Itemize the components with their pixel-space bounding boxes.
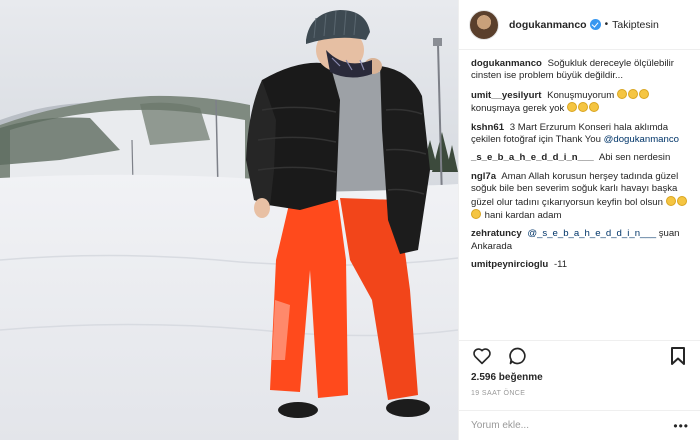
comment-text: konuşmaya gerek yok [471, 103, 565, 115]
emoji-icon [676, 195, 687, 206]
comment-username[interactable]: ngl7a [471, 171, 496, 182]
post-timestamp: 19 SAAT ÖNCE [471, 390, 526, 397]
comment-username[interactable]: dogukanmanco [471, 58, 542, 69]
comment-text: Abi sen nerdesin [598, 152, 671, 164]
comment-input[interactable] [471, 420, 671, 431]
comment-text: Aman Allah korusun herşey tadında güzel … [471, 170, 679, 208]
comment-username[interactable]: umitpeynircioglu [471, 259, 548, 270]
comments-list: dogukanmanco Soğukluk dereceyle ölçülebi… [459, 58, 700, 338]
verified-badge-icon [589, 19, 601, 30]
comment-item: _s_e_b_a_h_e_d_d_i_n___ Abi sen nerdesin [471, 152, 691, 164]
comment-item: ngl7a Aman Allah korusun herşey tadında … [471, 171, 691, 223]
emoji-icon [578, 102, 588, 113]
post-sidebar: dogukanmanco • Takiptesin dogukanmanco S… [458, 0, 700, 440]
comment-text: -11 [553, 259, 568, 271]
comment-username[interactable]: umit__yesilyurt [471, 90, 541, 101]
comment-item: umitpeynircioglu -11 [471, 259, 691, 271]
follow-status-button[interactable]: Takiptesin [612, 19, 659, 31]
speech-bubble-icon[interactable] [507, 345, 529, 367]
caption: dogukanmanco Soğukluk dereceyle ölçülebi… [471, 58, 691, 83]
emoji-icon [638, 88, 649, 99]
add-comment-bar: ••• [459, 410, 700, 440]
emoji-icon [471, 209, 481, 220]
comment-mention-link[interactable]: @_s_e_b_a_h_e_d_d_i_n___ [527, 228, 656, 239]
comment-item: umit__yesilyurt Konuşmuyorum konuşmaya g… [471, 88, 691, 116]
comment-username[interactable]: _s_e_b_a_h_e_d_d_i_n___ [471, 152, 594, 163]
instagram-post: dogukanmanco • Takiptesin dogukanmanco S… [0, 0, 700, 440]
heart-icon[interactable] [471, 345, 493, 367]
comment-text: hani kardan adam [484, 210, 562, 222]
emoji-icon [627, 88, 638, 99]
action-bar [459, 340, 700, 370]
post-photo [0, 0, 458, 440]
avatar[interactable] [469, 9, 499, 40]
post-header: dogukanmanco • Takiptesin [459, 0, 700, 50]
emoji-icon [665, 195, 676, 206]
likes-count[interactable]: 2.596 beğenme [471, 372, 543, 383]
snow-scene-image [0, 0, 458, 440]
bookmark-icon[interactable] [667, 345, 689, 367]
comment-mention-link[interactable]: @dogukanmanco [604, 134, 679, 145]
comment-username[interactable]: kshn61 [471, 122, 504, 133]
more-options-icon[interactable]: ••• [673, 419, 689, 433]
emoji-icon [616, 88, 627, 99]
comment-item: zehratuncy @_s_e_b_a_h_e_d_d_i_n___ şuan… [471, 228, 691, 253]
emoji-icon [567, 102, 577, 113]
comment-username[interactable]: zehratuncy [471, 228, 522, 239]
header-username[interactable]: dogukanmanco [509, 19, 587, 31]
comment-item: kshn61 3 Mart Erzurum Konseri hala aklım… [471, 122, 691, 147]
header-separator: • [604, 19, 609, 30]
emoji-icon [589, 102, 599, 113]
comment-text: Konuşmuyorum [547, 89, 615, 101]
